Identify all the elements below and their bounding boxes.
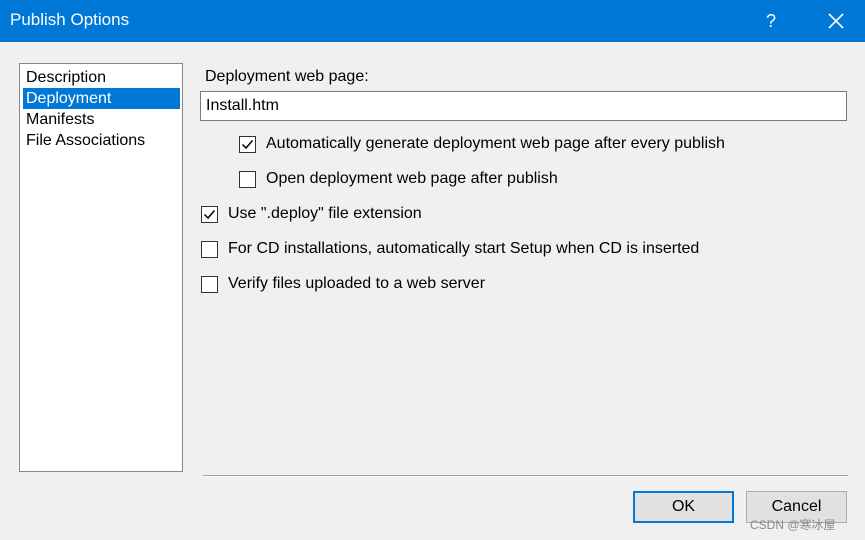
open-web-page-label: Open deployment web page after publish <box>266 170 558 187</box>
deploy-extension-checkbox[interactable] <box>201 205 218 223</box>
title-bar: Publish Options ? <box>0 0 865 42</box>
sidebar-item-file-associations[interactable]: File Associations <box>23 130 180 151</box>
auto-generate-label: Automatically generate deployment web pa… <box>266 135 725 152</box>
open-web-page-option[interactable]: Open deployment web page after publish <box>239 168 558 190</box>
cd-autostart-label: For CD installations, automatically star… <box>228 240 700 257</box>
cd-autostart-option[interactable]: For CD installations, automatically star… <box>201 238 699 260</box>
deploy-extension-option[interactable]: Use ".deploy" file extension <box>201 203 422 225</box>
sidebar-item-manifests[interactable]: Manifests <box>23 109 180 130</box>
cd-autostart-checkbox[interactable] <box>201 240 218 258</box>
check-icon <box>241 139 254 149</box>
open-web-page-checkbox[interactable] <box>239 170 256 188</box>
watermark: CSDN @寒冰屋 <box>750 518 836 532</box>
sidebar-item-deployment[interactable]: Deployment <box>23 88 180 109</box>
window-title: Publish Options <box>10 10 130 29</box>
sidebar-item-description[interactable]: Description <box>23 67 180 88</box>
ok-button[interactable]: OK <box>633 491 734 523</box>
deployment-web-page-input[interactable] <box>200 91 847 121</box>
help-button[interactable]: ? <box>752 0 790 42</box>
deployment-web-page-label: Deployment web page: <box>205 68 369 85</box>
verify-upload-label: Verify files uploaded to a web server <box>228 275 486 292</box>
auto-generate-option[interactable]: Automatically generate deployment web pa… <box>239 133 725 155</box>
close-button[interactable] <box>812 0 860 42</box>
check-icon <box>203 209 216 219</box>
close-icon <box>828 13 844 29</box>
verify-upload-option[interactable]: Verify files uploaded to a web server <box>201 273 485 295</box>
deploy-extension-label: Use ".deploy" file extension <box>228 205 422 222</box>
help-icon: ? <box>765 10 776 31</box>
auto-generate-checkbox[interactable] <box>239 135 256 153</box>
verify-upload-checkbox[interactable] <box>201 275 218 293</box>
category-list[interactable]: Description Deployment Manifests File As… <box>19 63 183 472</box>
separator <box>203 475 848 477</box>
